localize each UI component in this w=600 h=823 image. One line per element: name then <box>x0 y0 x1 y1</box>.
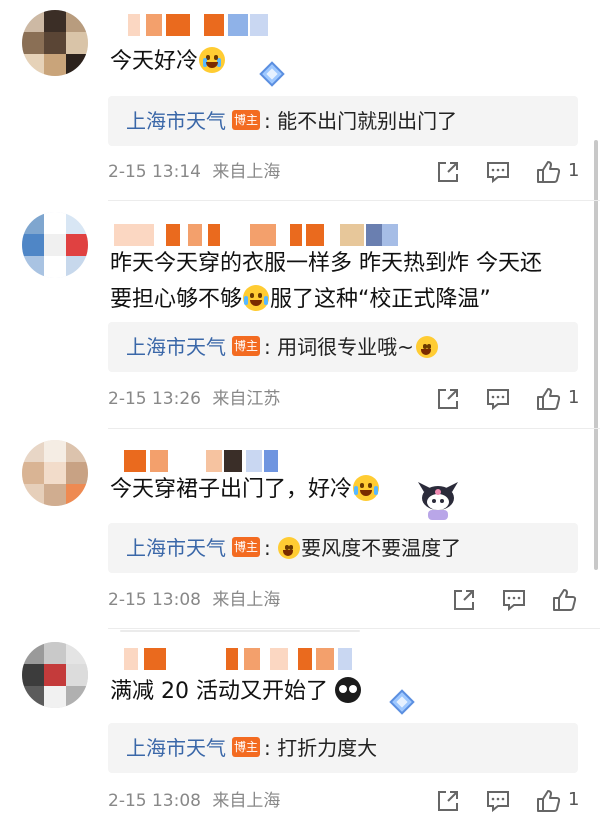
reply-text: : 能不出门就别出门了 <box>264 109 458 133</box>
scrollbar[interactable] <box>594 140 598 570</box>
blogger-badge: 博主 <box>232 110 260 130</box>
avatar[interactable] <box>22 212 88 278</box>
comment-location: 来自上海 <box>212 590 281 610</box>
crying-emoji-icon <box>199 47 226 73</box>
comment-icon[interactable] <box>500 586 528 614</box>
blogger-badge: 博主 <box>232 537 260 557</box>
laughing-crying-emoji-icon <box>278 537 301 559</box>
blogger-badge: 博主 <box>232 336 260 356</box>
diamond-sticker-icon <box>389 689 415 715</box>
avatar[interactable] <box>22 440 88 506</box>
like-count: 1 <box>568 789 580 810</box>
comment-text: 今天好冷 <box>110 44 580 80</box>
divider <box>108 628 600 629</box>
thumbs-up-icon[interactable] <box>550 586 578 614</box>
username-mosaic[interactable] <box>110 450 280 472</box>
share-icon[interactable] <box>434 385 462 413</box>
reply-box[interactable]: 上海市天气 博主 : 打折力度大 <box>108 723 578 773</box>
comment-time: 2-15 13:08 <box>108 791 201 811</box>
replier-name[interactable]: 上海市天气 <box>126 723 226 773</box>
replier-name[interactable]: 上海市天气 <box>126 322 226 372</box>
like-count: 1 <box>568 160 580 181</box>
replier-name[interactable]: 上海市天气 <box>126 96 226 146</box>
action-bar <box>446 586 586 614</box>
comment-meta: 2-15 13:08 来自上海 <box>108 789 280 813</box>
reply-text: : 要风度不要温度了 <box>264 536 462 560</box>
comment-text: 昨天今天穿的衣服一样多 昨天热到炸 今天还 要担心够不够 服了这种“校正式降温” <box>110 251 542 312</box>
avatar[interactable] <box>22 642 88 708</box>
comment-list: 今天好冷 上海市天气 博主 : 能不出门就别出门了 2-15 13:14 来自上… <box>0 0 600 823</box>
reply-text: : 打折力度大 <box>264 736 378 760</box>
thumbs-up-icon[interactable] <box>534 787 562 815</box>
comment-icon[interactable] <box>484 385 512 413</box>
comment-location: 来自上海 <box>212 162 281 182</box>
username-mosaic[interactable] <box>110 224 400 246</box>
comment-icon[interactable] <box>484 158 512 186</box>
action-bar: 1 <box>430 158 590 186</box>
reply-box[interactable]: 上海市天气 博主 : 用词很专业哦~ <box>108 322 578 372</box>
reply-text: : 用词很专业哦~ <box>264 322 439 372</box>
reply-box[interactable]: 上海市天气 博主 : 能不出门就别出门了 <box>108 96 578 146</box>
share-icon[interactable] <box>434 787 462 815</box>
replier-name[interactable]: 上海市天气 <box>126 523 226 573</box>
comment-meta: 2-15 13:14 来自上海 <box>108 160 280 184</box>
comment-text: 今天穿裙子出门了，好冷 <box>110 472 580 508</box>
share-icon[interactable] <box>450 586 478 614</box>
comment-time: 2-15 13:14 <box>108 162 201 182</box>
comment-icon[interactable] <box>484 787 512 815</box>
black-face-emoji-icon <box>334 677 361 703</box>
comment-location: 来自江苏 <box>212 389 281 409</box>
divider <box>108 428 600 429</box>
divider <box>108 200 600 201</box>
username-mosaic[interactable] <box>110 648 360 670</box>
divider <box>120 630 360 632</box>
action-bar: 1 <box>430 787 590 815</box>
comment-time: 2-15 13:26 <box>108 389 201 409</box>
blogger-badge: 博主 <box>232 737 260 757</box>
action-bar: 1 <box>430 385 590 413</box>
laughing-crying-emoji-icon <box>353 475 380 501</box>
reply-box[interactable]: 上海市天气 博主 : 要风度不要温度了 <box>108 523 578 573</box>
share-icon[interactable] <box>434 158 462 186</box>
comment-meta: 2-15 13:08 来自上海 <box>108 588 280 612</box>
like-count: 1 <box>568 387 580 408</box>
diamond-sticker-icon <box>259 61 285 87</box>
thumbs-up-icon[interactable] <box>534 385 562 413</box>
comment-time: 2-15 13:08 <box>108 590 201 610</box>
username-mosaic[interactable] <box>110 14 270 36</box>
kuromi-sticker-icon <box>418 482 458 520</box>
avatar[interactable] <box>22 10 88 76</box>
thumbs-up-icon[interactable] <box>534 158 562 186</box>
love-emoji-icon <box>415 336 438 358</box>
comment-meta: 2-15 13:26 来自江苏 <box>108 387 280 411</box>
comment-location: 来自上海 <box>212 791 281 811</box>
comment-text: 满减 20 活动又开始了 <box>110 674 580 710</box>
laughing-crying-emoji-icon <box>243 285 270 311</box>
